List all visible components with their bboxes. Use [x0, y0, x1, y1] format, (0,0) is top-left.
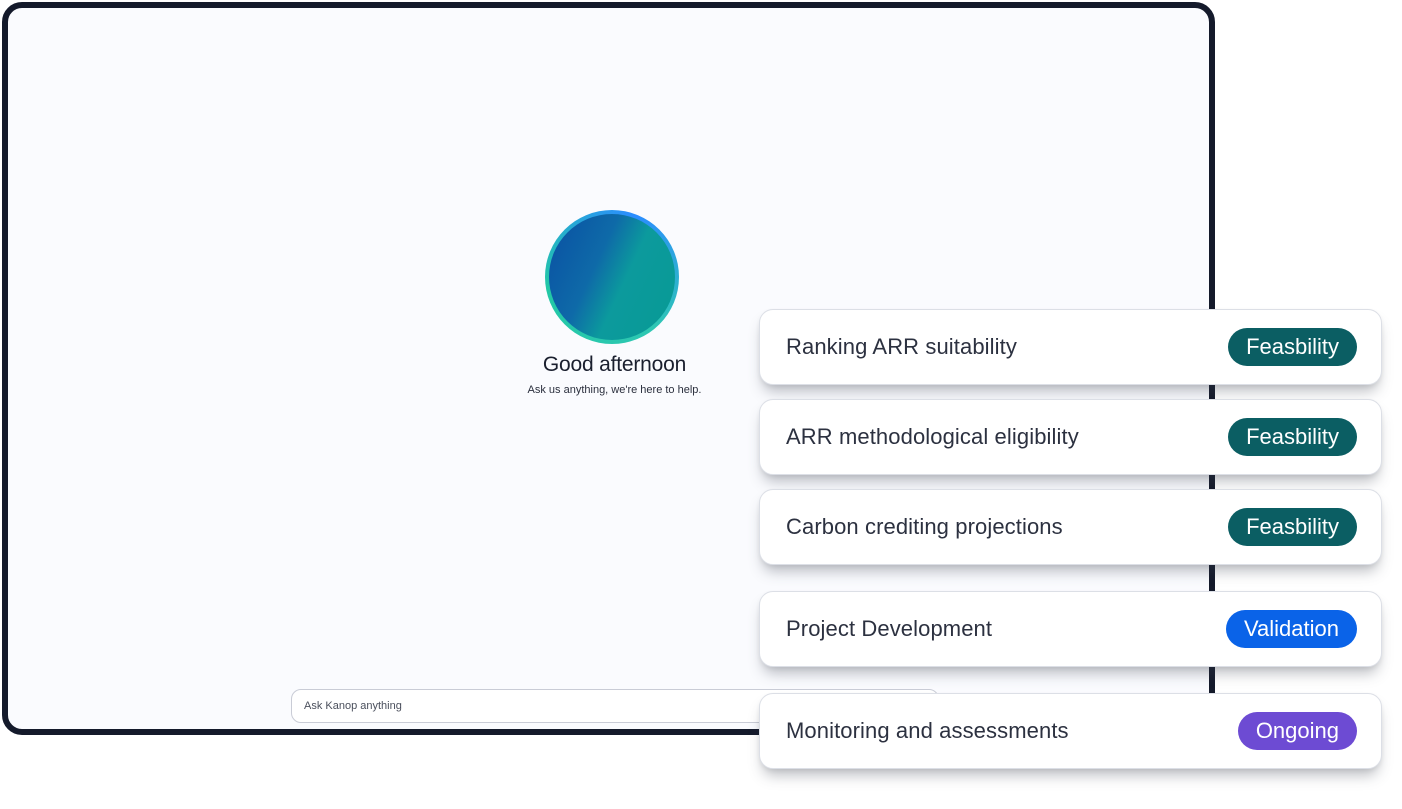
status-badge: Validation: [1226, 610, 1357, 648]
workflow-card-label: ARR methodological eligibility: [786, 424, 1079, 449]
workflow-card-label: Project Development: [786, 616, 993, 641]
greeting-subtitle: Ask us anything, we're here to help.: [527, 384, 702, 396]
workflow-card-label: Carbon crediting projections: [786, 514, 1063, 539]
workflow-card[interactable]: Project Development Validation: [759, 591, 1382, 667]
workflow-card[interactable]: ARR methodological eligibility Feasbilit…: [759, 399, 1382, 475]
status-badge: Feasbility: [1228, 508, 1357, 546]
workflow-card[interactable]: Carbon crediting projections Feasbility: [759, 489, 1382, 565]
workflow-card-label: Ranking ARR suitability: [786, 334, 1017, 359]
stage: Good afternoon Ask us anything, we're he…: [0, 0, 1402, 809]
ask-input-placeholder: Ask Kanop anything: [304, 700, 402, 712]
workflow-card[interactable]: Ranking ARR suitability Feasbility: [759, 309, 1382, 385]
status-badge: Ongoing: [1237, 712, 1357, 750]
workflow-card-label: Monitoring and assessments: [786, 718, 1069, 743]
assistant-orb-inner: [549, 214, 675, 340]
status-badge: Feasbility: [1228, 328, 1357, 366]
workflow-card[interactable]: Monitoring and assessments Ongoing: [759, 693, 1382, 769]
assistant-orb-icon: [545, 210, 679, 344]
status-badge: Feasbility: [1228, 418, 1357, 456]
